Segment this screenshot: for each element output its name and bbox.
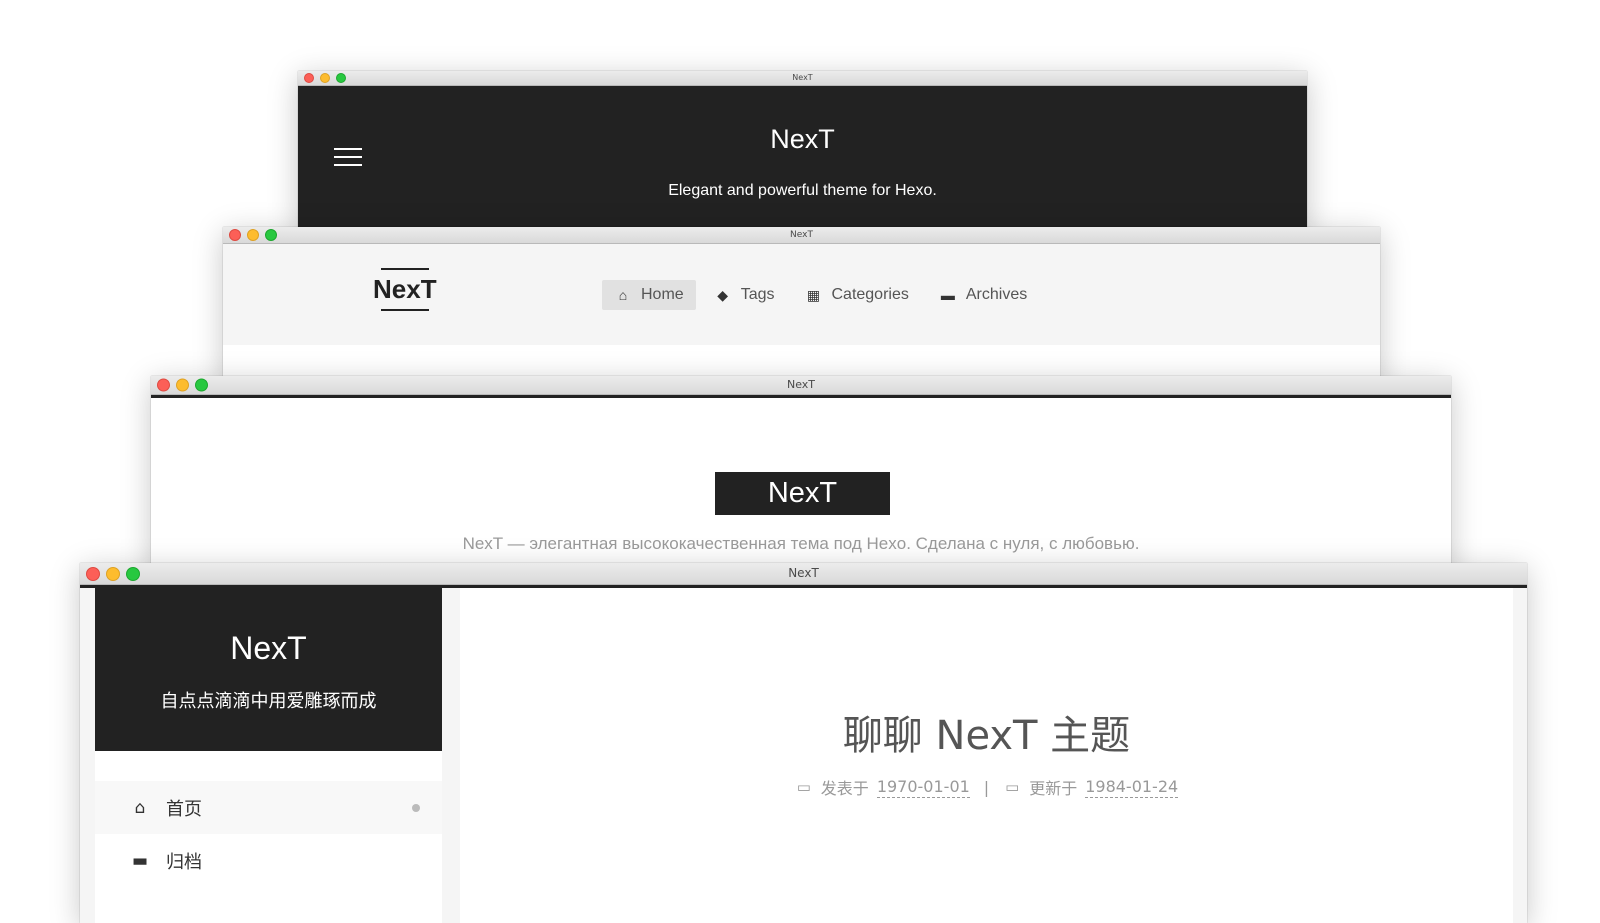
menu-item-home[interactable]: ⌂ Home [602, 280, 696, 310]
site-title[interactable]: NexT [95, 588, 442, 667]
minimize-window-button[interactable] [320, 73, 330, 83]
archive-icon: ▬ [131, 850, 149, 871]
window-title: NexT [790, 230, 813, 240]
window-title: NexT [788, 566, 819, 580]
traffic-lights [157, 378, 208, 392]
menu-item-label: Archives [965, 286, 1028, 303]
header-top-border [151, 395, 1451, 398]
sidebar: NexT 自点点滴滴中用爱雕琢而成 ⌂ 首页 ▬ 归档 [95, 588, 442, 923]
window-pisces: NexT NexT 自点点滴滴中用爱雕琢而成 ⌂ 首页 ▬ 归档 聊聊 NexT… [80, 563, 1527, 923]
traffic-lights [304, 73, 346, 83]
tags-icon: ◆ [717, 286, 729, 303]
updated-date[interactable]: 1984-01-24 [1085, 777, 1179, 798]
zoom-window-button[interactable] [126, 566, 140, 581]
menu-item-categories[interactable]: ▦ Categories [792, 280, 920, 310]
post-meta: ▭ 发表于 1970-01-01 | ▭ 更新于 1984-01-24 [460, 775, 1513, 799]
window-mist: NexT NexT ⌂ Home ◆ Tags ▦ Categories ▬ A… [223, 227, 1380, 387]
window-title: NexT [792, 73, 813, 82]
grid-icon: ▦ [806, 286, 821, 303]
post-title[interactable]: 聊聊 NexT 主题 [460, 703, 1513, 761]
home-icon: ⌂ [618, 287, 628, 303]
site-header: NexT Elegant and powerful theme for Hexo… [298, 86, 1307, 233]
meta-separator: | [983, 777, 990, 797]
zoom-window-button[interactable] [195, 378, 208, 392]
window-muse: NexT NexT Elegant and powerful theme for… [298, 71, 1307, 233]
archive-icon: ▬ [940, 287, 955, 303]
zoom-window-button[interactable] [336, 73, 346, 83]
window-titlebar[interactable]: NexT [80, 563, 1527, 585]
site-title[interactable]: NexT [298, 124, 1307, 155]
calendar-icon: ▭ [796, 778, 811, 796]
traffic-lights [229, 229, 277, 241]
close-window-button[interactable] [157, 378, 170, 392]
window-logo-box: NexT NexT NexT — элегантная высококачест… [151, 376, 1451, 576]
close-window-button[interactable] [304, 73, 314, 83]
sidebar-nav: ⌂ 首页 ▬ 归档 [95, 781, 442, 887]
sidebar-item-label: 首页 [166, 798, 202, 820]
post-main: 聊聊 NexT 主题 ▭ 发表于 1970-01-01 | ▭ 更新于 1984… [460, 588, 1513, 923]
menu-item-label: Tags [740, 286, 775, 303]
posted-date[interactable]: 1970-01-01 [876, 777, 970, 798]
sidebar-item-home[interactable]: ⌂ 首页 [95, 781, 442, 834]
home-icon: ⌂ [134, 797, 146, 818]
window-title: NexT [786, 378, 816, 391]
updated-label: 更新于 [1029, 779, 1078, 798]
sidebar-item-label: 归档 [166, 851, 202, 873]
menu-item-archives[interactable]: ▬ Archives [927, 280, 1039, 310]
close-window-button[interactable] [229, 229, 241, 241]
menu-item-label: Categories [831, 286, 909, 303]
window-titlebar[interactable]: NexT [223, 227, 1380, 244]
menu-item-label: Home [641, 286, 684, 303]
minimize-window-button[interactable] [247, 229, 259, 241]
calendar-check-icon: ▭ [1005, 778, 1020, 796]
site-brand: NexT 自点点滴滴中用爱雕琢而成 [95, 588, 442, 751]
active-indicator-dot [412, 803, 420, 812]
site-subtitle: Elegant and powerful theme for Hexo. [668, 182, 937, 199]
window-titlebar[interactable]: NexT [298, 71, 1307, 86]
sidebar-item-archives[interactable]: ▬ 归档 [95, 834, 442, 887]
site-description: NexT — элегантная высококачественная тем… [462, 534, 1140, 553]
site-logo[interactable]: NexT [373, 268, 437, 311]
site-header: NexT ⌂ Home ◆ Tags ▦ Categories ▬ Archiv… [223, 244, 1380, 345]
close-window-button[interactable] [86, 566, 100, 581]
menu-item-tags[interactable]: ◆ Tags [702, 280, 787, 310]
traffic-lights [86, 566, 140, 581]
posted-label: 发表于 [820, 779, 869, 798]
zoom-window-button[interactable] [265, 229, 277, 241]
site-logo[interactable]: NexT [715, 472, 890, 515]
window-titlebar[interactable]: NexT [151, 376, 1451, 395]
minimize-window-button[interactable] [176, 378, 189, 392]
main-menu: ⌂ Home ◆ Tags ▦ Categories ▬ Archives [602, 280, 1039, 310]
minimize-window-button[interactable] [106, 566, 120, 581]
site-subtitle: 自点点滴滴中用爱雕琢而成 [160, 691, 377, 712]
